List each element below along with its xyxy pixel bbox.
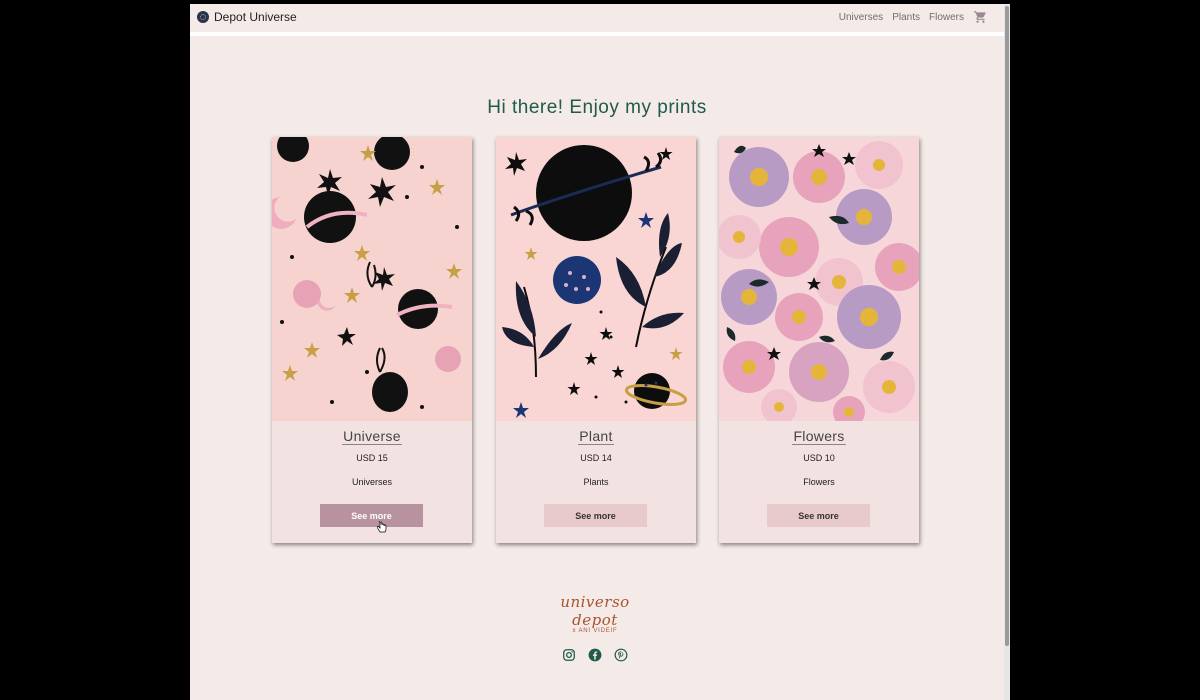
see-more-button[interactable]: See more [320,504,423,527]
product-card-flowers: Flowers USD 10 Flowers See more [719,137,919,543]
footer-logo: universo depot x ANI VIDEIF [535,593,655,634]
product-category: Flowers [803,477,835,487]
nav-link-universes[interactable]: Universes [839,12,883,23]
pinterest-icon[interactable] [614,648,628,667]
instagram-icon[interactable] [562,648,576,667]
brand-logo-icon [197,11,209,23]
brand[interactable]: Depot Universe [197,10,297,24]
scrollbar-thumb[interactable] [1005,6,1009,646]
product-card-universe: Universe USD 15 Universes See more [272,137,472,543]
navbar: Depot Universe Universes Plants Flowers [190,4,1004,36]
hand-pointer-cursor-icon [376,519,387,539]
signature-logo: universo depot [560,593,630,629]
product-category: Plants [583,477,609,487]
cart-icon[interactable] [973,10,988,24]
product-price: USD 14 [580,453,612,463]
social-links [562,648,628,667]
see-more-button[interactable]: See more [544,504,647,527]
product-title[interactable]: Plant [496,428,696,445]
product-title[interactable]: Flowers [719,428,919,445]
facebook-icon[interactable] [588,648,602,667]
product-category: Universes [351,477,392,487]
product-card-plant: Plant USD 14 Plants See more [496,137,696,543]
universe-print-image[interactable] [272,137,472,421]
page-headline: Hi there! Enjoy my prints [487,97,707,118]
see-more-button[interactable]: See more [767,504,870,527]
scrollbar[interactable] [1004,4,1010,700]
brand-name[interactable]: Depot Universe [214,10,297,24]
nav-link-plants[interactable]: Plants [892,12,920,23]
nav-links: Universes Plants Flowers [839,10,988,24]
product-price: USD 15 [356,453,388,463]
signature-subtitle: x ANI VIDEIF [572,628,618,634]
page: Depot Universe Universes Plants Flowers … [190,4,1004,700]
product-title[interactable]: Universe [272,428,472,445]
plant-print-image[interactable] [496,137,696,421]
product-price: USD 10 [803,453,835,463]
flowers-print-image[interactable] [719,137,919,421]
nav-link-flowers[interactable]: Flowers [929,12,964,23]
